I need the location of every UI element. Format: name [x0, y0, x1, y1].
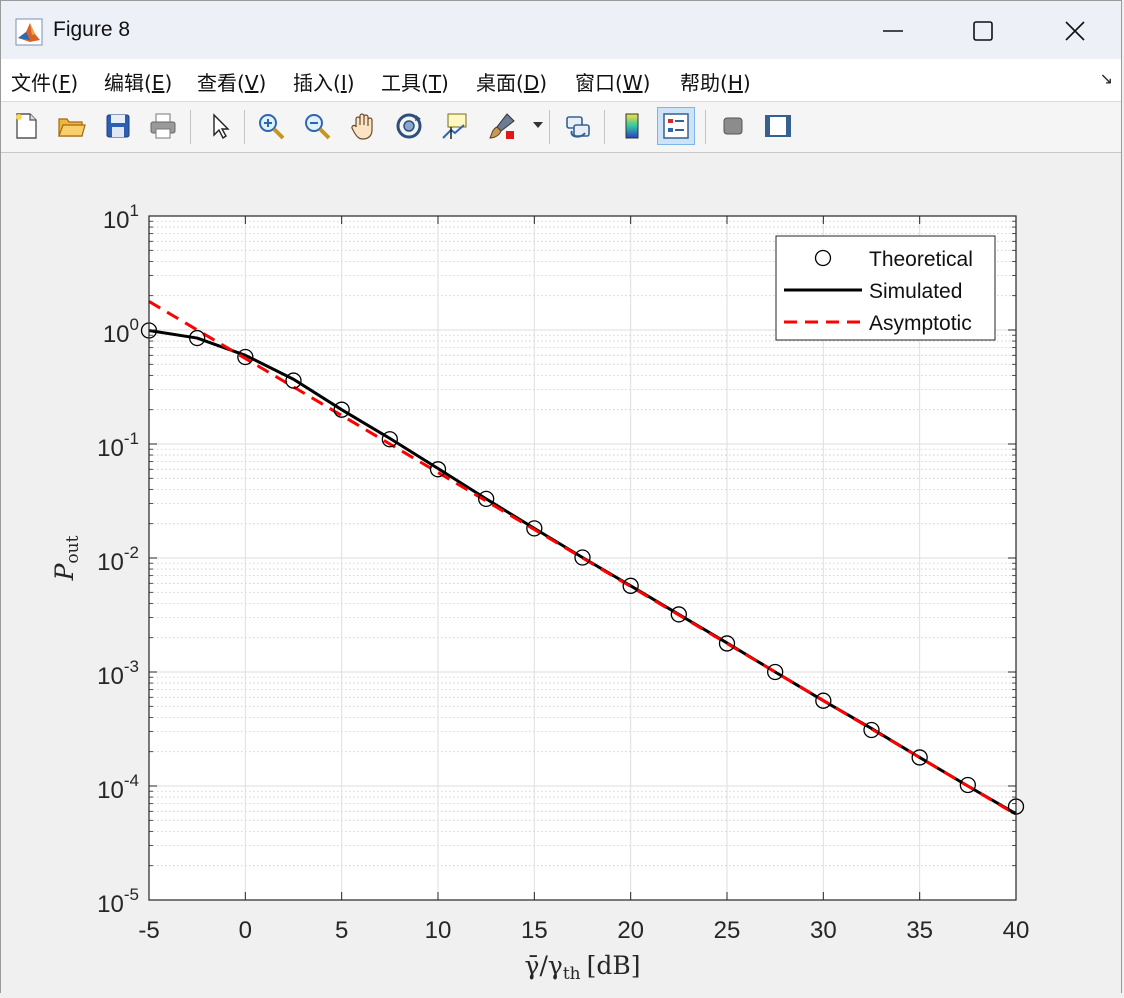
- menu-edit[interactable]: 编辑(E): [104, 67, 172, 96]
- x-tick-label: 40: [1003, 917, 1030, 944]
- save-button[interactable]: [99, 107, 137, 145]
- x-tick-label: 20: [617, 917, 644, 944]
- pan-button[interactable]: [344, 107, 382, 145]
- zoom-out-icon: [305, 114, 331, 140]
- menu-tools[interactable]: 工具(T): [381, 67, 449, 96]
- save-icon: [106, 114, 130, 138]
- figure-toolbar: [1, 102, 1121, 153]
- y-tick-labels: 101 100 10-1 10-2 10-3 10-4 10-5: [97, 201, 139, 918]
- show-plot-tools-icon: [765, 115, 791, 137]
- x-tick-label: 25: [714, 917, 741, 944]
- legend[interactable]: Theoretical Simulated Asymptotic: [775, 235, 996, 341]
- legend-label-theoretical: Theoretical: [869, 248, 973, 271]
- menu-bar: 文件(F) 编辑(E) 查看(V) 插入(I) 工具(T) 桌面(D) 窗口(W…: [1, 59, 1121, 102]
- plot-svg: -5 0 5 10 15 20 25 30 35 40 101 100 10-1 10-2 10-3 10-…: [50, 201, 1029, 984]
- figure-canvas: -5 0 5 10 15 20 25 30 35 40 101 100 10-1 10-2 10-3 10-…: [1, 153, 1121, 994]
- y-axis-label: Pout: [50, 535, 83, 581]
- figure-window: Figure 8 文件(F) 编辑(E) 查看(V) 插入(I) 工具(T) 桌…: [0, 0, 1122, 994]
- y-tick-label: 100: [103, 315, 139, 348]
- title-bar: Figure 8: [1, 1, 1121, 59]
- close-button[interactable]: [1029, 9, 1121, 53]
- y-tick-label: 10-5: [97, 885, 139, 918]
- pointer-icon: [213, 113, 230, 140]
- y-tick-label: 101: [103, 201, 139, 234]
- y-tick-label: 10-3: [97, 657, 139, 690]
- insert-colorbar-button[interactable]: [613, 107, 651, 145]
- data-cursor-icon: [442, 113, 467, 139]
- insert-legend-button[interactable]: [657, 107, 695, 145]
- new-figure-button[interactable]: [7, 107, 45, 145]
- x-tick-label: 0: [239, 917, 252, 944]
- rotate-3d-icon: [396, 113, 422, 139]
- window-title: Figure 8: [53, 18, 131, 41]
- zoom-in-button[interactable]: [252, 107, 290, 145]
- x-tick-labels: -5 0 5 10 15 20 25 30 35 40: [138, 917, 1029, 944]
- menu-file[interactable]: 文件(F): [11, 67, 78, 96]
- edit-pointer-button[interactable]: [200, 107, 238, 145]
- print-icon: [150, 113, 176, 139]
- x-tick-label: -5: [138, 917, 159, 944]
- matlab-logo-icon: [15, 18, 43, 46]
- menu-help[interactable]: 帮助(H): [680, 67, 751, 96]
- print-button[interactable]: [144, 107, 182, 145]
- x-tick-label: 10: [425, 917, 452, 944]
- y-tick-label: 10-2: [97, 543, 139, 576]
- menu-insert[interactable]: 插入(I): [293, 67, 355, 96]
- minimize-icon: [883, 30, 903, 32]
- show-plot-tools-button[interactable]: [759, 107, 797, 145]
- open-file-icon: [58, 118, 86, 137]
- brush-dropdown-icon[interactable]: [533, 122, 543, 128]
- close-icon: [1065, 21, 1085, 41]
- brush-button[interactable]: [483, 107, 521, 145]
- hide-plot-tools-icon: [723, 117, 743, 135]
- toolbar-separator: [604, 110, 605, 144]
- minimize-button[interactable]: [847, 9, 939, 53]
- colorbar-icon: [625, 113, 639, 139]
- y-tick-label: 10-1: [97, 429, 139, 462]
- menu-dock-arrow-icon[interactable]: ↘: [1100, 69, 1113, 88]
- legend-icon: [663, 113, 689, 139]
- zoom-in-icon: [259, 114, 285, 140]
- toolbar-separator: [244, 110, 245, 144]
- rotate-3d-button[interactable]: [390, 107, 428, 145]
- x-axis-label: γ̄/γth [dB]: [525, 951, 641, 984]
- toolbar-separator: [549, 110, 550, 144]
- link-plot-icon: [566, 116, 590, 138]
- zoom-out-button[interactable]: [298, 107, 336, 145]
- open-file-button[interactable]: [52, 107, 90, 145]
- legend-label-asymptotic: Asymptotic: [869, 312, 972, 335]
- pan-hand-icon: [351, 113, 373, 140]
- toolbar-separator: [705, 110, 706, 144]
- link-plot-button[interactable]: [559, 107, 597, 145]
- new-figure-icon: [16, 113, 37, 139]
- toolbar-separator: [190, 110, 191, 144]
- menu-desktop[interactable]: 桌面(D): [476, 67, 547, 96]
- maximize-button[interactable]: [937, 9, 1029, 53]
- menu-view[interactable]: 查看(V): [197, 67, 266, 96]
- x-tick-label: 35: [906, 917, 933, 944]
- hide-plot-tools-button[interactable]: [714, 107, 752, 145]
- x-tick-label: 15: [521, 917, 548, 944]
- x-tick-label: 5: [335, 917, 348, 944]
- x-tick-label: 30: [810, 917, 837, 944]
- legend-label-simulated: Simulated: [869, 280, 962, 303]
- data-cursor-button[interactable]: [436, 107, 474, 145]
- brush-icon: [489, 113, 515, 139]
- maximize-icon: [973, 21, 993, 41]
- y-tick-label: 10-4: [97, 771, 139, 804]
- menu-window[interactable]: 窗口(W): [575, 67, 650, 96]
